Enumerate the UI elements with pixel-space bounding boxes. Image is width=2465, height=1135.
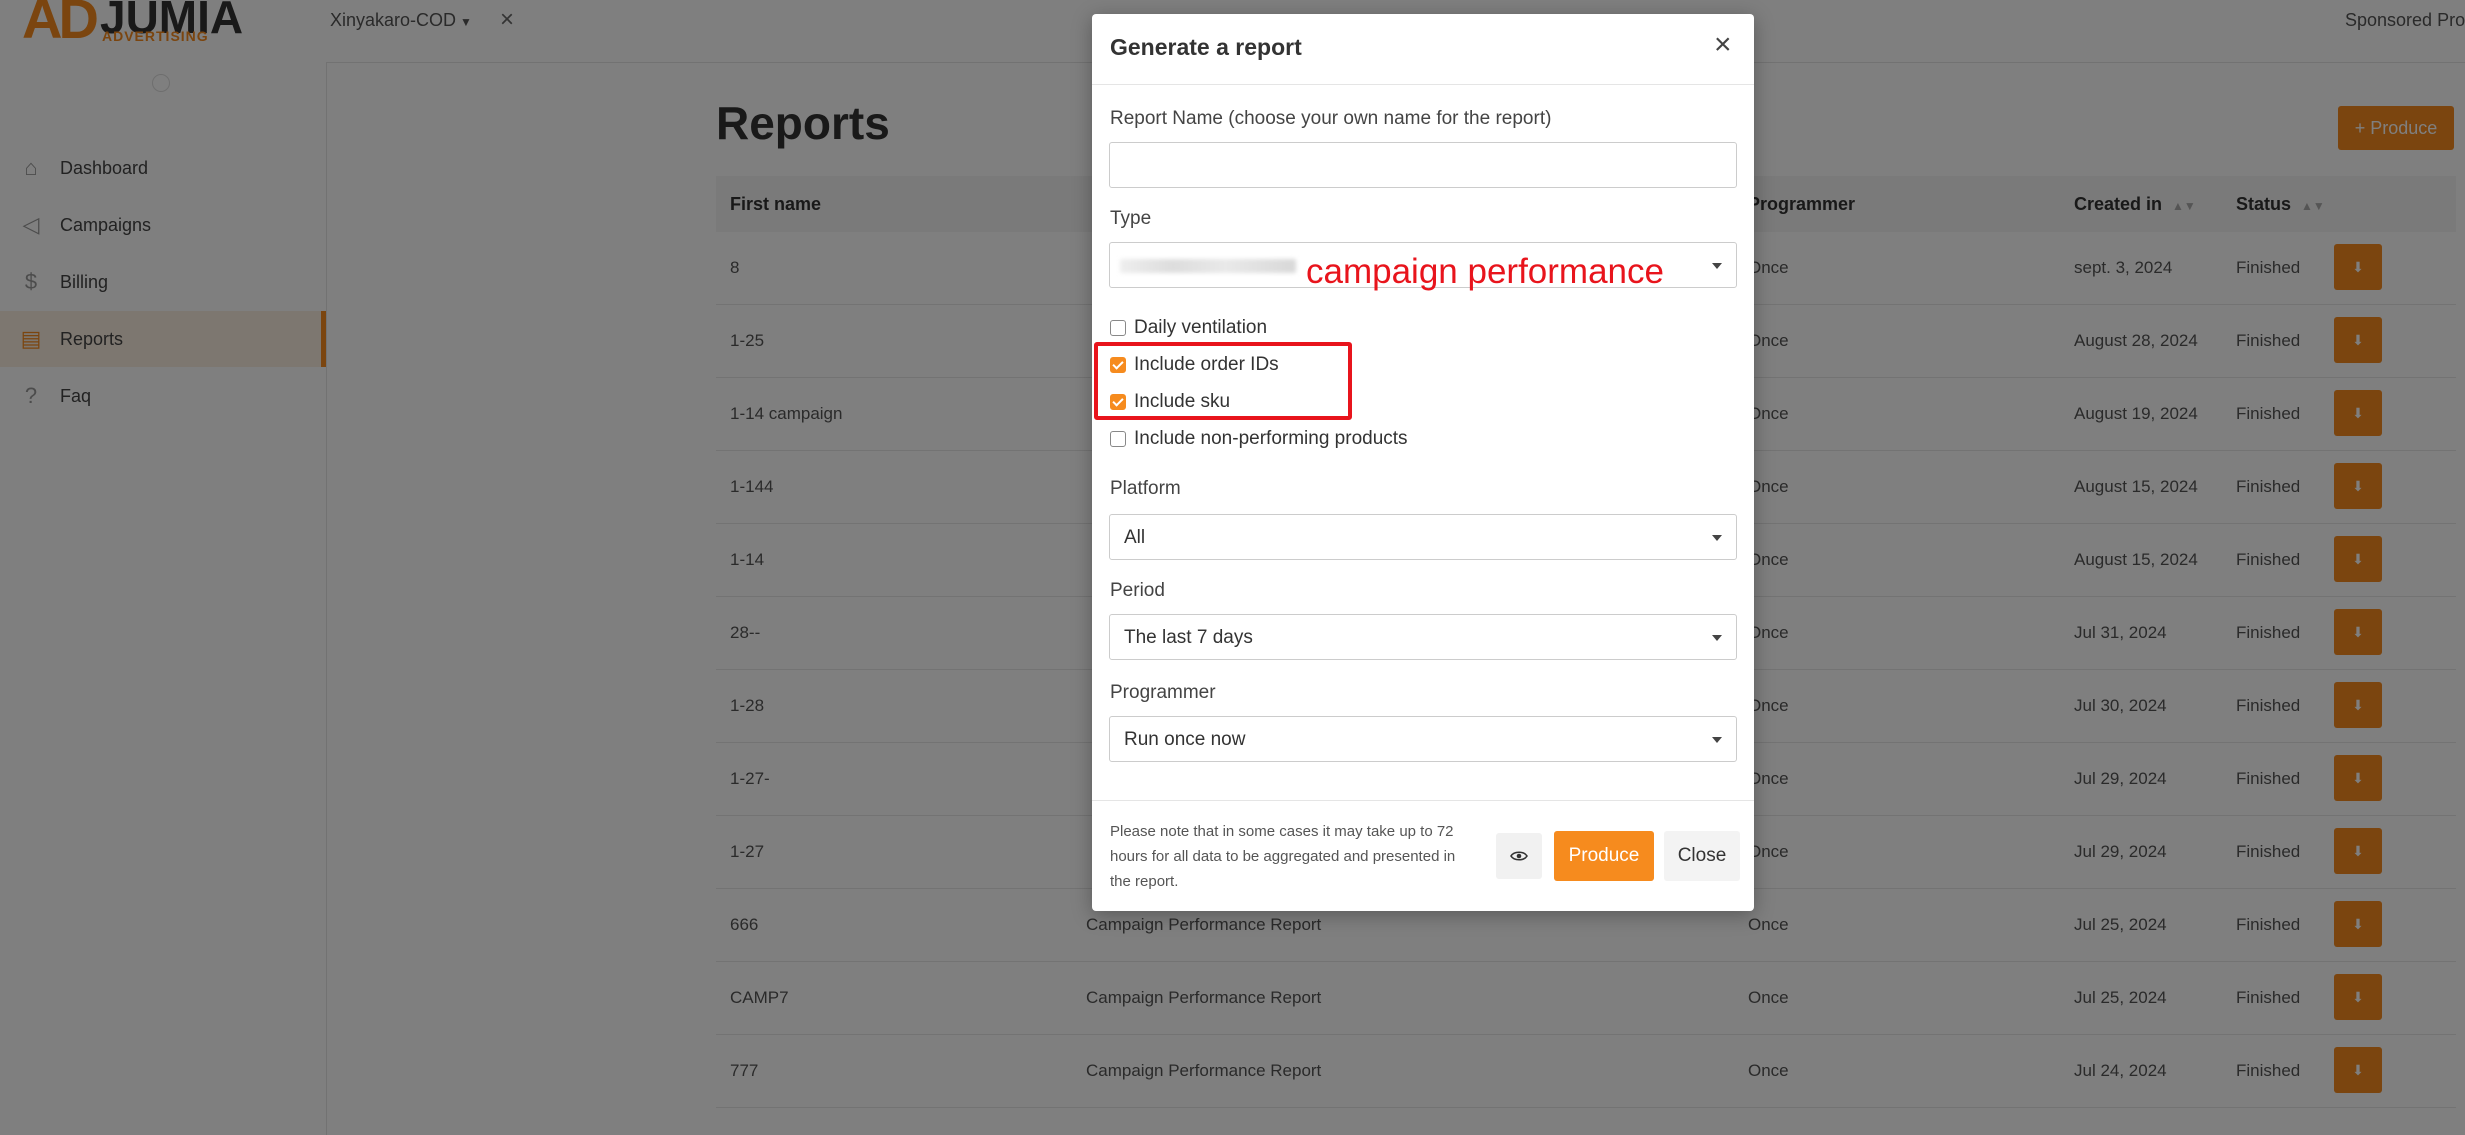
chevron-down-icon <box>1712 535 1722 541</box>
chevron-down-icon <box>1712 263 1722 269</box>
type-annotation: campaign performance <box>1306 252 1664 291</box>
close-icon[interactable]: × <box>1714 30 1732 60</box>
close-button[interactable]: Close <box>1664 831 1740 881</box>
type-label: Type <box>1110 208 1152 229</box>
generate-report-dialog: Generate a report × Report Name (choose … <box>1092 14 1754 911</box>
report-name-label: Report Name (choose your own name for th… <box>1110 108 1552 129</box>
report-name-input[interactable] <box>1109 142 1737 188</box>
chevron-down-icon <box>1712 635 1722 641</box>
dialog-header: Generate a report × <box>1092 14 1754 85</box>
redacted-type-value <box>1120 259 1296 273</box>
checkbox[interactable] <box>1110 431 1126 447</box>
produce-button[interactable]: Produce <box>1554 831 1654 881</box>
eye-icon <box>1510 851 1528 861</box>
checkbox[interactable] <box>1110 320 1126 336</box>
preview-button[interactable] <box>1496 833 1542 879</box>
programmer-label: Programmer <box>1110 682 1216 703</box>
checkbox-daily-ventilation[interactable]: Daily ventilation <box>1110 316 1267 340</box>
checkbox-include-non-performing[interactable]: Include non-performing products <box>1110 427 1408 451</box>
highlight-box <box>1094 342 1352 420</box>
period-select[interactable]: The last 7 days <box>1109 614 1737 660</box>
dialog-title: Generate a report <box>1110 34 1302 60</box>
dialog-footer: Please note that in some cases it may ta… <box>1092 800 1754 912</box>
period-label: Period <box>1110 580 1165 601</box>
platform-label: Platform <box>1110 478 1181 499</box>
platform-select[interactable]: All <box>1109 514 1737 560</box>
aggregation-note: Please note that in some cases it may ta… <box>1110 823 1456 890</box>
chevron-down-icon <box>1712 737 1722 743</box>
programmer-select[interactable]: Run once now <box>1109 716 1737 762</box>
